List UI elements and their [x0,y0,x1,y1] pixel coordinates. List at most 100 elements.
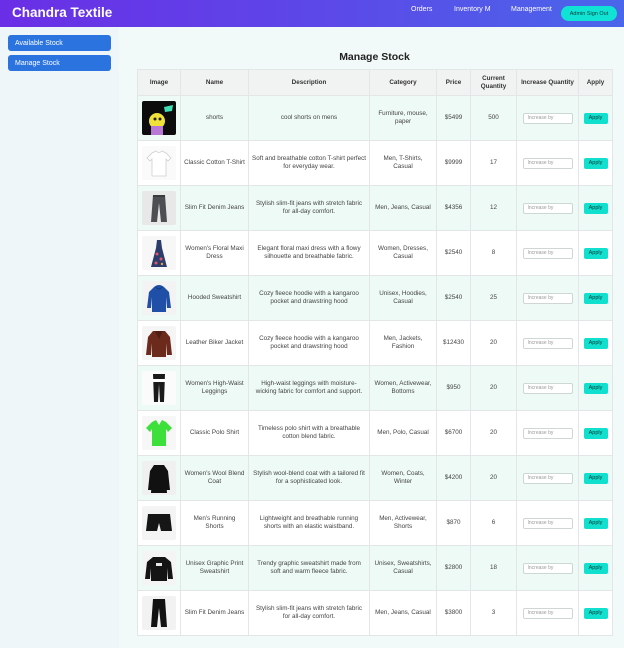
product-name: Unisex Graphic Print Sweatshirt [180,545,249,591]
apply-cell: Apply [578,590,613,636]
increase-quantity-input[interactable] [522,562,573,574]
product-price: $12430 [436,320,471,366]
current-quantity: 25 [470,275,517,321]
product-description: Cozy fleece hoodie with a kangaroo pocke… [248,320,370,366]
sidebar-item-available-stock[interactable]: Available Stock [8,35,111,51]
product-price: $870 [436,500,471,546]
current-quantity: 12 [470,185,517,231]
table-row: Hooded Sweatshirt Cozy fleece hoodie with… [137,275,613,321]
product-name: Slim Fit Denim Jeans [180,185,249,231]
apply-button[interactable]: Apply [583,382,608,394]
top-navbar: Chandra Textile Orders Inventory M Manag… [0,0,624,27]
increase-quantity-input[interactable] [522,112,573,124]
image-cell [137,410,181,456]
increase-quantity-input[interactable] [522,517,573,529]
increase-quantity-input[interactable] [522,472,573,484]
apply-button[interactable]: Apply [583,472,608,484]
increase-quantity-input[interactable] [522,427,573,439]
apply-button[interactable]: Apply [583,427,608,439]
increase-quantity-input[interactable] [522,607,573,619]
apply-button[interactable]: Apply [583,202,608,214]
apply-cell: Apply [578,95,613,141]
blue-hoodie-image [142,281,176,315]
product-category: Women, Dresses, Casual [369,230,437,276]
table-row: Classic Cotton T-Shirt Soft and breathabl… [137,140,613,186]
apply-button[interactable]: Apply [583,562,608,574]
increase-quantity-input[interactable] [522,337,573,349]
current-quantity: 17 [470,140,517,186]
image-cell [137,95,181,141]
current-quantity: 20 [470,455,517,501]
nav-orders[interactable]: Orders [411,6,432,13]
table-row: shorts cool shorts on mens Furniture, mous… [137,95,613,141]
product-description: Cozy fleece hoodie with a kangaroo pocke… [248,275,370,321]
admin-signout-button[interactable]: Admin Sign Out [561,6,617,21]
current-quantity: 18 [470,545,517,591]
product-price: $5499 [436,95,471,141]
increase-quantity-cell [516,185,579,231]
table-row: Slim Fit Denim Jeans Stylish slim-fit jea… [137,185,613,231]
increase-quantity-input[interactable] [522,157,573,169]
table-row: Unisex Graphic Print Sweatshirt Trendy gr… [137,545,613,591]
grey-jeans-image [142,191,176,225]
product-description: Trendy graphic sweatshirt made from soft… [248,545,370,591]
col-header-apply: Apply [578,69,613,96]
black-coat-image [142,461,176,495]
image-cell [137,140,181,186]
increase-quantity-input[interactable] [522,292,573,304]
product-description: High-waist leggings with moisture-wickin… [248,365,370,411]
product-category: Men, Jeans, Casual [369,590,437,636]
apply-button[interactable]: Apply [583,517,608,529]
apply-cell: Apply [578,545,613,591]
product-name: Slim Fit Denim Jeans [180,590,249,636]
sidebar: Available Stock Manage Stock [0,27,119,648]
col-header-category: Category [369,69,437,96]
product-price: $3800 [436,590,471,636]
apply-button[interactable]: Apply [583,292,608,304]
apply-button[interactable]: Apply [583,157,608,169]
apply-button[interactable]: Apply [583,112,608,124]
product-name: Hooded Sweatshirt [180,275,249,321]
apply-cell: Apply [578,230,613,276]
table-row: Women's Wool Blend Coat Stylish wool-blen… [137,455,613,501]
apply-cell: Apply [578,320,613,366]
increase-quantity-cell [516,455,579,501]
apply-button[interactable]: Apply [583,247,608,259]
apply-button[interactable]: Apply [583,337,608,349]
current-quantity: 20 [470,320,517,366]
brand-title[interactable]: Chandra Textile [12,5,112,20]
nav-management[interactable]: Management [511,6,552,13]
product-category: Men, Jeans, Casual [369,185,437,231]
product-category: Unisex, Sweatshirts, Casual [369,545,437,591]
table-row: Classic Polo Shirt Timeless polo shirt wi… [137,410,613,456]
product-price: $4356 [436,185,471,231]
increase-quantity-cell [516,95,579,141]
table-header-row: Image Name Description Category Price Cu… [137,69,613,96]
product-description: cool shorts on mens [248,95,370,141]
increase-quantity-cell [516,545,579,591]
increase-quantity-cell [516,275,579,321]
white-tshirt-image [142,146,176,180]
black-sweatshirt-image [142,551,176,585]
product-category: Women, Coats, Winter [369,455,437,501]
product-price: $2540 [436,275,471,321]
product-name: Classic Polo Shirt [180,410,249,456]
nav-inventory[interactable]: Inventory M [454,6,491,13]
current-quantity: 6 [470,500,517,546]
product-price: $9999 [436,140,471,186]
current-quantity: 20 [470,365,517,411]
sidebar-item-manage-stock[interactable]: Manage Stock [8,55,111,71]
col-header-increase-quantity: Increase Quantity [516,69,579,96]
increase-quantity-input[interactable] [522,247,573,259]
increase-quantity-input[interactable] [522,202,573,214]
apply-button[interactable]: Apply [583,607,608,619]
product-category: Men, T-Shirts, Casual [369,140,437,186]
product-category: Men, Polo, Casual [369,410,437,456]
increase-quantity-input[interactable] [522,382,573,394]
col-header-current-quantity: Current Quantity [470,69,517,96]
product-name: Women's Wool Blend Coat [180,455,249,501]
image-cell [137,275,181,321]
product-price: $2800 [436,545,471,591]
apply-cell: Apply [578,455,613,501]
leggings-image [142,371,176,405]
